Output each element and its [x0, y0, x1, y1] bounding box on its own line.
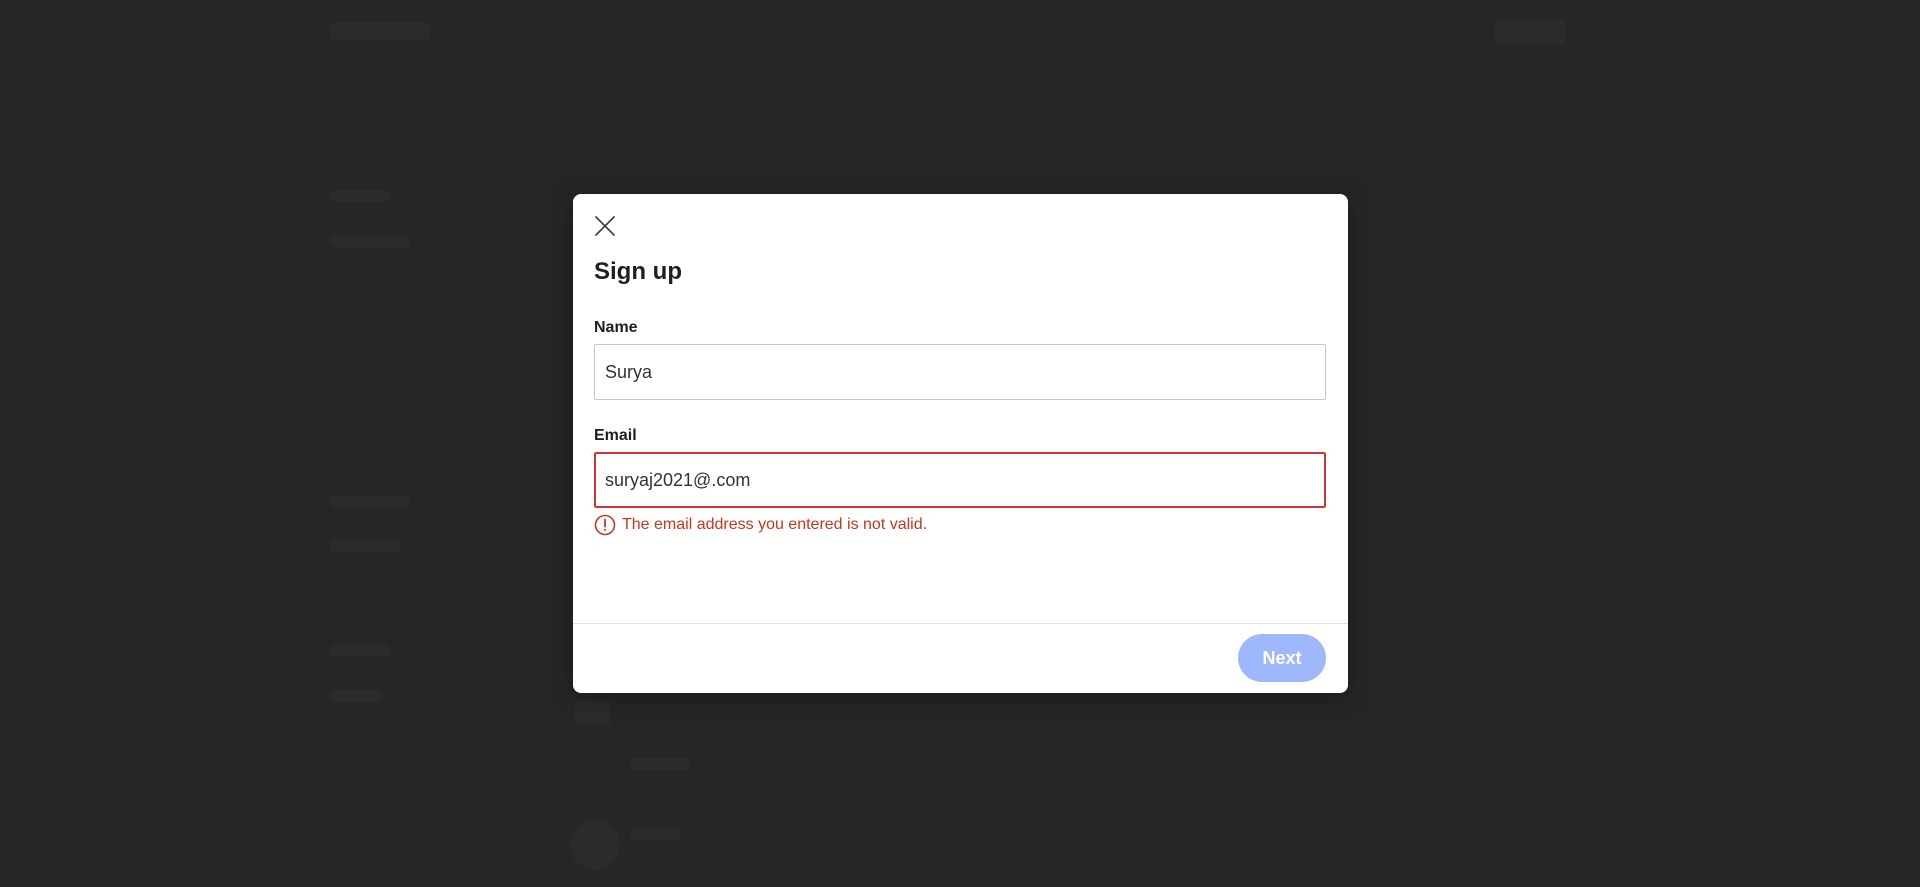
footer-divider: [573, 623, 1348, 624]
email-error-message: The email address you entered is not val…: [594, 514, 927, 536]
signup-dialog: Sign up Name Email The email address you…: [573, 194, 1348, 693]
name-label: Name: [594, 319, 638, 336]
email-input[interactable]: [594, 452, 1326, 508]
exclamation-circle-icon: [594, 514, 616, 536]
email-label: Email: [594, 427, 637, 444]
email-error-text: The email address you entered is not val…: [622, 516, 928, 533]
close-icon: [595, 216, 615, 236]
name-input[interactable]: [594, 344, 1326, 400]
close-button[interactable]: [590, 211, 620, 241]
next-button[interactable]: Next: [1238, 634, 1326, 682]
dialog-title: Sign up: [594, 258, 682, 285]
